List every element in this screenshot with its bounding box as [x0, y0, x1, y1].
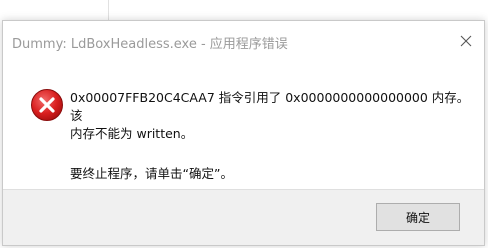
ok-button[interactable]: 确定: [376, 203, 460, 231]
error-message: 0x00007FFB20C4CAA7 指令引用了 0x0000000000000…: [70, 89, 470, 183]
close-button[interactable]: [454, 29, 478, 53]
background-window-edge: [108, 0, 109, 20]
close-icon: [460, 35, 472, 47]
dialog-content: 0x00007FFB20C4CAA7 指令引用了 0x0000000000000…: [3, 61, 484, 189]
message-question: 要终止程序，请单击“确定”。: [70, 166, 233, 181]
error-dialog: Dummy: LdBoxHeadless.exe - 应用程序错误 0x0000…: [2, 20, 485, 246]
dialog-title: Dummy: LdBoxHeadless.exe - 应用程序错误: [12, 37, 288, 52]
message-line-1: 0x00007FFB20C4CAA7 指令引用了 0x0000000000000…: [70, 90, 470, 123]
message-line-2: 内存不能为 written。: [70, 126, 194, 141]
error-icon: [31, 89, 63, 121]
dialog-titlebar[interactable]: Dummy: LdBoxHeadless.exe - 应用程序错误: [3, 21, 484, 61]
dialog-footer: 确定: [3, 189, 484, 245]
